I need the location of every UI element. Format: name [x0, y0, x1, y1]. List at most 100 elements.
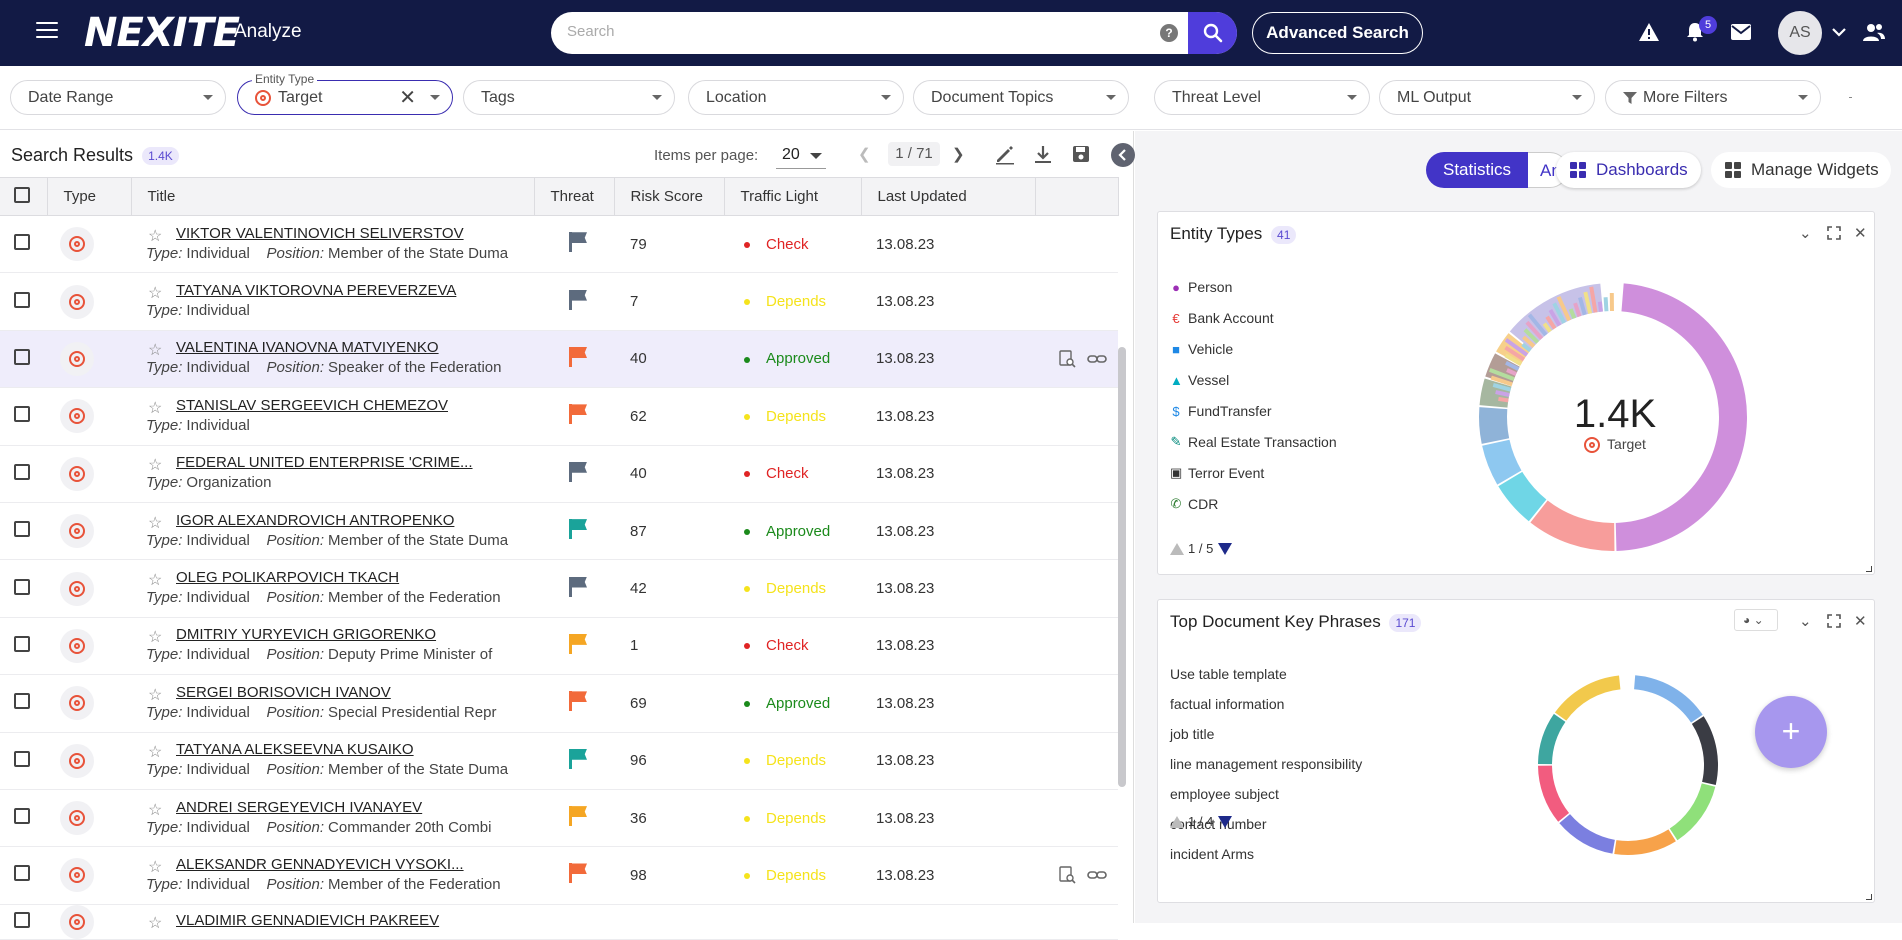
key-phrase-item[interactable]: incident Arms: [1170, 846, 1254, 862]
entity-donut-minor-slice[interactable]: [1496, 392, 1510, 395]
row-checkbox[interactable]: [14, 865, 30, 881]
prev-page-icon[interactable]: [1170, 543, 1184, 555]
entity-donut-minor-slice[interactable]: [1498, 399, 1508, 401]
more-filters-button[interactable]: More Filters: [1605, 80, 1821, 115]
key-phrase-item[interactable]: job title: [1170, 726, 1214, 742]
location-filter[interactable]: Location: [688, 80, 904, 115]
row-checkbox[interactable]: [14, 292, 30, 308]
table-row[interactable]: ☆ALEKSANDR GENNADYEVICH VYSOKI...Type:In…: [0, 847, 1118, 904]
row-checkbox[interactable]: [14, 464, 30, 480]
link-icon[interactable]: [1087, 349, 1107, 369]
next-page-icon[interactable]: ❯: [952, 145, 965, 163]
row-title-link[interactable]: DMITRIY YURYEVICH GRIGORENKO: [176, 626, 534, 643]
row-title-link[interactable]: IGOR ALEXANDROVICH ANTROPENKO: [176, 512, 534, 529]
collapse-panel-button[interactable]: [1111, 143, 1135, 167]
legend-item[interactable]: ✆CDR: [1170, 496, 1218, 512]
menu-icon[interactable]: [36, 22, 58, 40]
table-row[interactable]: ☆ VLADIMIR GENNADIEVICH PAKREEV: [0, 904, 1118, 939]
user-avatar[interactable]: AS: [1778, 11, 1822, 55]
column-header-traffic-light[interactable]: Traffic Light: [724, 178, 861, 216]
next-page-icon[interactable]: [1218, 816, 1232, 828]
search-button[interactable]: [1188, 12, 1237, 54]
threat-level-filter[interactable]: Threat Level: [1154, 80, 1370, 115]
star-icon[interactable]: ☆: [148, 913, 162, 933]
users-icon[interactable]: [1862, 20, 1886, 44]
table-row[interactable]: ☆DMITRIY YURYEVICH GRIGORENKOType:Indivi…: [0, 617, 1118, 674]
resize-handle[interactable]: [1866, 566, 1872, 572]
column-header-threat[interactable]: Threat: [534, 178, 614, 216]
mail-icon[interactable]: [1729, 20, 1753, 44]
document-topics-filter[interactable]: Document Topics: [913, 80, 1129, 115]
column-header-last-updated[interactable]: Last Updated: [861, 178, 1035, 216]
row-checkbox[interactable]: [14, 636, 30, 652]
table-row[interactable]: ☆OLEG POLIKARPOVICH TKACHType:Individual…: [0, 560, 1118, 617]
table-row[interactable]: ☆SERGEI BORISOVICH IVANOVType:Individual…: [0, 675, 1118, 732]
row-title-link[interactable]: VIKTOR VALENTINOVICH SELIVERSTOV: [176, 225, 534, 242]
ml-output-filter[interactable]: ML Output: [1379, 80, 1595, 115]
kp-donut-slice[interactable]: [1692, 716, 1718, 785]
clear-icon[interactable]: ✕: [399, 89, 416, 107]
row-checkbox[interactable]: [14, 693, 30, 709]
row-checkbox[interactable]: [14, 751, 30, 767]
expand-icon[interactable]: [1827, 226, 1841, 240]
row-title-link[interactable]: SERGEI BORISOVICH IVANOV: [176, 684, 534, 701]
kp-donut-slice[interactable]: [1634, 675, 1703, 722]
row-title-link[interactable]: TATYANA ALEKSEEVNA KUSAIKO: [176, 741, 534, 758]
items-per-page-select[interactable]: 20: [776, 141, 826, 169]
manage-widgets-button[interactable]: Manage Widgets: [1711, 152, 1891, 188]
star-icon[interactable]: ☆: [148, 857, 162, 877]
chevron-down-icon[interactable]: [1827, 20, 1851, 44]
star-icon[interactable]: ☆: [148, 800, 162, 820]
row-checkbox[interactable]: [14, 406, 30, 422]
kp-donut-slice[interactable]: [1538, 766, 1569, 822]
dashboards-button[interactable]: Dashboards: [1556, 152, 1701, 188]
search-input[interactable]: [567, 23, 1147, 40]
column-header-risk-score[interactable]: Risk Score: [614, 178, 724, 216]
download-icon[interactable]: [1032, 143, 1054, 165]
entity-donut-minor-slice[interactable]: [1606, 297, 1607, 311]
row-checkbox[interactable]: [14, 808, 30, 824]
kp-donut-slice[interactable]: [1555, 675, 1620, 720]
row-checkbox[interactable]: [14, 521, 30, 537]
resize-handle[interactable]: [1866, 894, 1872, 900]
document-search-icon[interactable]: [1057, 349, 1077, 369]
column-header-type[interactable]: Type: [47, 178, 131, 216]
star-icon[interactable]: ☆: [148, 398, 162, 418]
entity-donut-slice[interactable]: [1479, 407, 1509, 444]
expand-icon[interactable]: [1827, 614, 1841, 628]
column-header-title[interactable]: Title: [131, 178, 534, 216]
key-phrase-item[interactable]: Use table template: [1170, 666, 1287, 682]
table-row[interactable]: ☆VIKTOR VALENTINOVICH SELIVERSTOVType:In…: [0, 216, 1118, 273]
star-icon[interactable]: ☆: [148, 226, 162, 246]
key-phrase-item[interactable]: factual information: [1170, 696, 1284, 712]
row-checkbox[interactable]: [14, 579, 30, 595]
legend-item[interactable]: €Bank Account: [1170, 310, 1274, 326]
star-icon[interactable]: ☆: [148, 513, 162, 533]
edit-icon[interactable]: [994, 143, 1016, 165]
next-page-icon[interactable]: [1218, 543, 1232, 555]
statistics-tab[interactable]: Statistics: [1426, 152, 1528, 188]
chevron-down-icon[interactable]: ⌄: [1799, 224, 1812, 242]
kp-donut-slice[interactable]: [1559, 814, 1615, 854]
star-icon[interactable]: ☆: [148, 455, 162, 475]
row-title-link[interactable]: VLADIMIR GENNADIEVICH PAKREEV: [176, 912, 534, 929]
star-icon[interactable]: ☆: [148, 627, 162, 647]
row-title-link[interactable]: STANISLAV SERGEEVICH CHEMEZOV: [176, 397, 534, 414]
star-icon[interactable]: ☆: [148, 685, 162, 705]
kp-donut-slice[interactable]: [1670, 783, 1716, 840]
warning-icon[interactable]: [1637, 20, 1661, 44]
star-icon[interactable]: ☆: [148, 283, 162, 303]
kp-donut-slice[interactable]: [1538, 714, 1565, 764]
table-row[interactable]: ☆TATYANA ALEKSEEVNA KUSAIKOType:Individu…: [0, 732, 1118, 789]
table-row[interactable]: ☆ANDREI SERGEYEVICH IVANAYEVType:Individ…: [0, 789, 1118, 846]
entity-donut-minor-slice[interactable]: [1600, 302, 1601, 312]
select-all-checkbox[interactable]: [14, 187, 30, 203]
table-row[interactable]: ☆VALENTINA IVANOVNA MATVIYENKOType:Indiv…: [0, 330, 1118, 387]
row-title-link[interactable]: OLEG POLIKARPOVICH TKACH: [176, 569, 534, 586]
entity-type-filter[interactable]: Entity Type Target ✕: [237, 80, 453, 115]
table-row[interactable]: ☆STANISLAV SERGEEVICH CHEMEZOVType:Indiv…: [0, 388, 1118, 445]
legend-item[interactable]: ●Person: [1170, 279, 1232, 295]
prev-page-icon[interactable]: ❮: [858, 145, 871, 163]
key-phrase-item[interactable]: line management responsibility: [1170, 756, 1362, 772]
row-title-link[interactable]: VALENTINA IVANOVNA MATVIYENKO: [176, 339, 534, 356]
